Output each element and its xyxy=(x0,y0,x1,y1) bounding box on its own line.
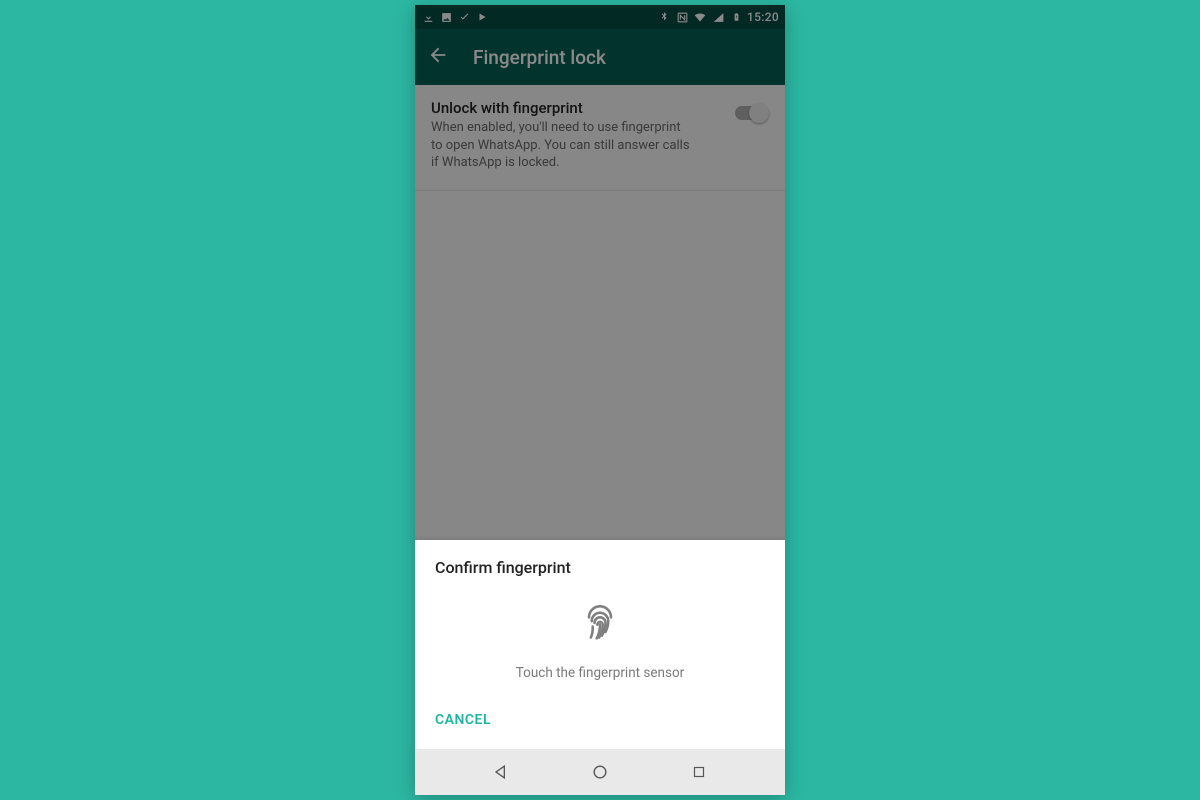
setting-subtitle: When enabled, you'll need to use fingerp… xyxy=(431,119,691,172)
square-recents-icon xyxy=(690,763,708,781)
switch-thumb xyxy=(749,103,769,123)
image-icon xyxy=(439,10,453,24)
arrow-back-icon xyxy=(427,44,449,66)
app-bar: Fingerprint lock xyxy=(415,29,785,85)
status-left-cluster xyxy=(421,10,489,24)
signal-icon xyxy=(711,10,725,24)
fingerprint-dialog: Confirm fingerprint Touch the fingerprin… xyxy=(415,540,785,750)
dialog-title: Confirm fingerprint xyxy=(435,558,765,577)
play-icon xyxy=(475,10,489,24)
fingerprint-icon xyxy=(578,599,622,647)
nav-recents-button[interactable] xyxy=(686,759,712,785)
back-button[interactable] xyxy=(427,44,449,70)
status-right-cluster: 15:20 xyxy=(657,10,779,24)
dialog-instruction: Touch the fingerprint sensor xyxy=(516,665,685,681)
toggle-unlock-fingerprint[interactable] xyxy=(735,103,769,123)
bluetooth-icon xyxy=(657,10,671,24)
download-icon xyxy=(421,10,435,24)
dialog-actions: CANCEL xyxy=(435,700,765,740)
check-icon xyxy=(457,10,471,24)
setting-title: Unlock with fingerprint xyxy=(431,99,723,117)
circle-home-icon xyxy=(590,762,610,782)
battery-charging-icon xyxy=(729,10,743,24)
page-title: Fingerprint lock xyxy=(473,46,606,69)
phone-frame: 15:20 Fingerprint lock Unlock with finge… xyxy=(415,5,785,795)
wifi-icon xyxy=(693,10,707,24)
status-time: 15:20 xyxy=(747,10,779,24)
navigation-bar xyxy=(415,749,785,795)
status-bar: 15:20 xyxy=(415,5,785,29)
nav-home-button[interactable] xyxy=(587,759,613,785)
nfc-icon xyxy=(675,10,689,24)
nav-back-button[interactable] xyxy=(488,759,514,785)
setting-row-unlock[interactable]: Unlock with fingerprint When enabled, yo… xyxy=(431,99,769,172)
cancel-button[interactable]: CANCEL xyxy=(435,712,491,728)
settings-section: Unlock with fingerprint When enabled, yo… xyxy=(415,85,785,191)
triangle-back-icon xyxy=(491,762,511,782)
